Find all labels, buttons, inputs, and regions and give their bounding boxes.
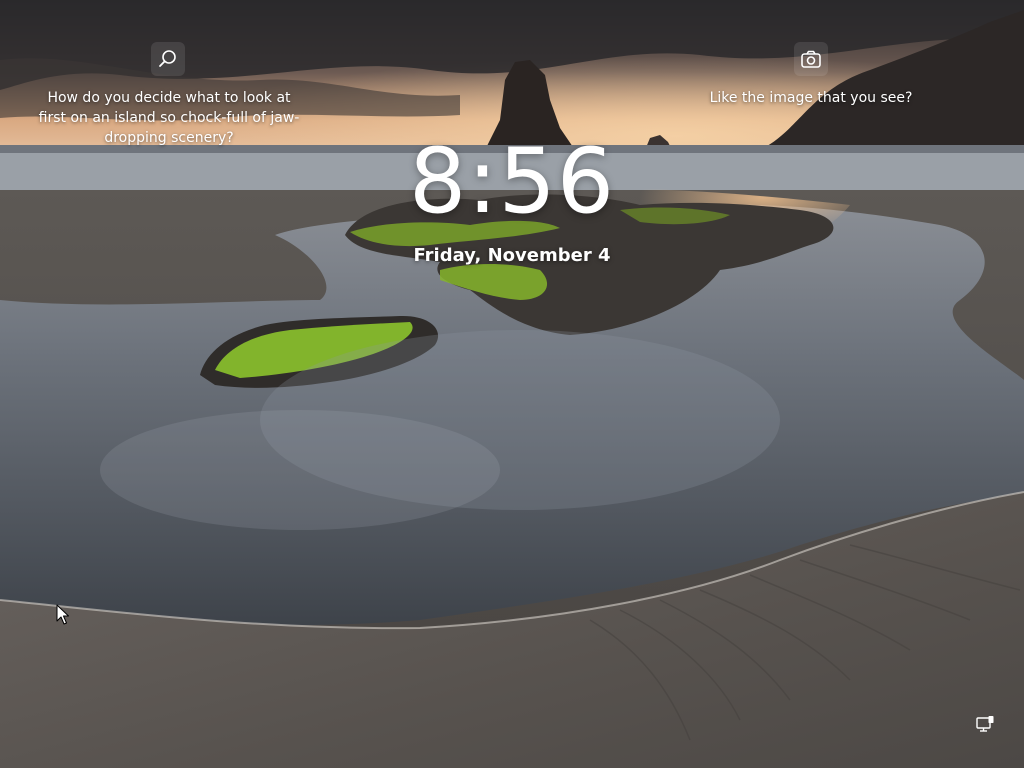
spotlight-fact-text[interactable]: How do you decide what to look at first … (38, 88, 300, 148)
network-button[interactable] (974, 714, 996, 736)
lock-screen-date: Friday, November 4 (413, 245, 611, 266)
search-button[interactable] (151, 42, 185, 76)
mouse-cursor (56, 604, 69, 625)
camera-button[interactable] (794, 42, 828, 76)
lock-screen[interactable]: How do you decide what to look at first … (0, 0, 1024, 768)
network-icon (974, 716, 996, 740)
spotlight-like-text[interactable]: Like the image that you see? (700, 88, 922, 108)
search-icon (157, 48, 179, 70)
lock-screen-time: 8:56 (408, 129, 616, 234)
camera-icon (800, 48, 822, 70)
